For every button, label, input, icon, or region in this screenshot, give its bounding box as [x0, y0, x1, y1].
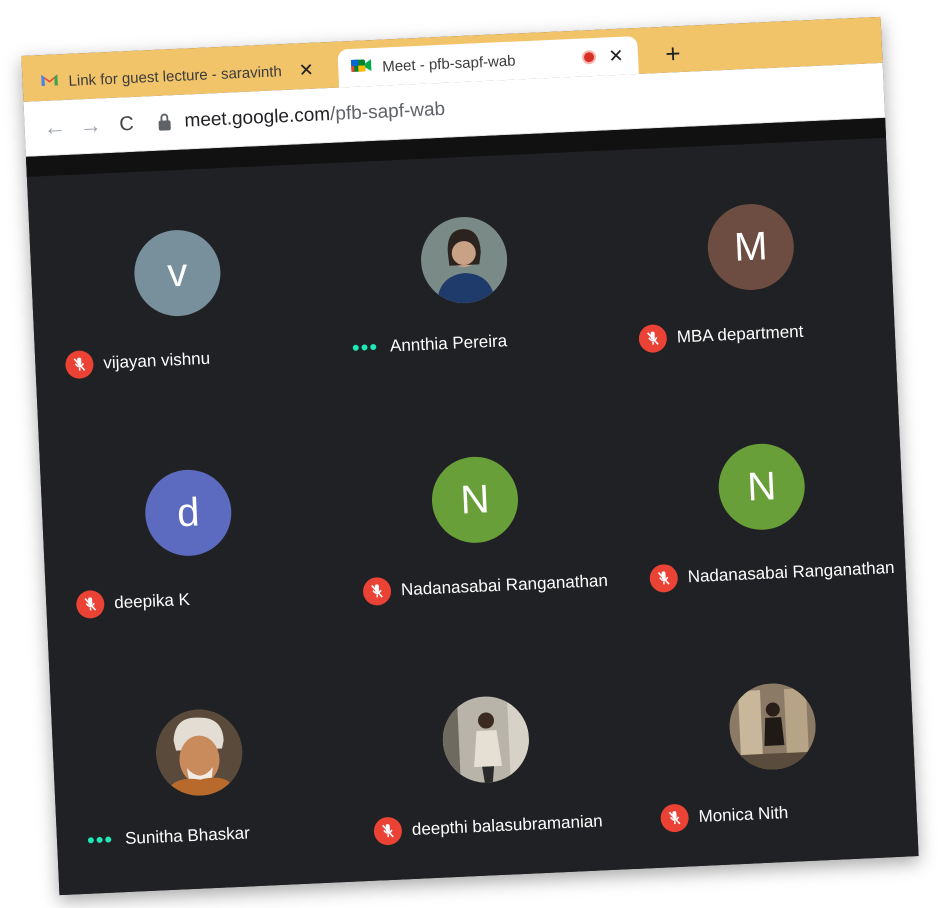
avatar [440, 694, 531, 785]
avatar [419, 215, 510, 305]
gmail-icon [40, 72, 59, 91]
avatar: N [716, 441, 807, 532]
back-arrow-icon[interactable]: ← [36, 114, 73, 142]
participant-name: vijayan vishnu [102, 348, 211, 373]
participant-tile[interactable]: deepthi balasubramanian [335, 630, 631, 879]
participant-name: deepika K [113, 589, 191, 613]
avatar: d [143, 467, 234, 558]
participant-tile[interactable]: v vijayan vishnu [27, 164, 323, 413]
participant-name-row: ••• Sunitha Bhaskar [86, 823, 251, 853]
mic-muted-icon [75, 589, 105, 619]
participant-name-row: vijayan vishnu [64, 345, 211, 380]
mic-muted-icon [362, 576, 392, 606]
tab-label: Link for guest lecture - saravinth [68, 62, 283, 90]
address-bar[interactable]: meet.google.com /pfb-sapf-wab [158, 99, 446, 134]
participant-name: MBA department [676, 321, 804, 347]
participant-name-row: Monica Nith [660, 799, 789, 833]
avatar: M [705, 202, 796, 292]
participant-name-row: ••• Annthia Pereira [351, 331, 508, 361]
mic-muted-icon [64, 350, 95, 380]
screenshot-stage: Link for guest lecture - saravinth ✕ Mee… [0, 0, 940, 908]
avatar [154, 707, 245, 798]
new-tab-button[interactable]: + [657, 38, 688, 70]
mic-muted-icon [649, 563, 679, 593]
speaking-indicator-icon: ••• [86, 826, 114, 853]
participant-grid: v vijayan vishnu ••• Annthia Pereira M M… [27, 138, 919, 895]
recording-indicator-icon [581, 49, 597, 65]
avatar [727, 681, 818, 772]
close-tab-icon[interactable]: ✕ [606, 45, 627, 67]
avatar: N [430, 454, 520, 545]
google-meet-icon [350, 57, 373, 78]
participant-tile[interactable]: ••• Annthia Pereira [314, 151, 610, 400]
participant-tile[interactable]: ••• Sunitha Bhaskar [49, 643, 345, 892]
participant-name: Nadanasabai Ranganathan [400, 570, 609, 600]
url-path: /pfb-sapf-wab [329, 98, 446, 125]
mic-muted-icon [660, 803, 690, 833]
url-host: meet.google.com [184, 104, 331, 132]
participant-tile[interactable]: d deepika K [38, 404, 334, 653]
participant-name: Monica Nith [698, 802, 789, 826]
lock-icon [158, 120, 171, 131]
participant-name-row: Nadanasabai Ranganathan [362, 567, 608, 606]
close-tab-icon[interactable]: ✕ [296, 59, 317, 81]
browser-window: Link for guest lecture - saravinth ✕ Mee… [21, 16, 919, 896]
reload-icon[interactable]: C [108, 112, 145, 137]
participant-name: deepthi balasubramanian [411, 811, 604, 840]
forward-arrow-icon[interactable]: → [72, 112, 109, 140]
meet-call-area: v vijayan vishnu ••• Annthia Pereira M M… [25, 117, 919, 896]
participant-name: Nadanasabai Ranganathan [687, 557, 895, 587]
participant-tile[interactable]: Monica Nith [622, 617, 918, 866]
participant-tile[interactable]: M MBA department [600, 138, 896, 387]
participant-name: Annthia Pereira [389, 331, 508, 356]
mic-muted-icon [638, 323, 668, 354]
mic-muted-icon [373, 816, 403, 846]
participant-name-row: MBA department [638, 318, 804, 354]
speaking-indicator-icon: ••• [351, 334, 379, 361]
participant-name-row: deepthi balasubramanian [373, 807, 604, 846]
avatar: v [132, 228, 223, 318]
participant-name-row: Nadanasabai Ranganathan [649, 554, 895, 593]
participant-tile[interactable]: N Nadanasabai Ranganathan [324, 391, 620, 640]
tab-label: Meet - pfb-sapf-wab [381, 52, 516, 76]
participant-tile[interactable]: N Nadanasabai Ranganathan [611, 378, 907, 627]
participant-name-row: deepika K [75, 586, 191, 619]
participant-name: Sunitha Bhaskar [124, 823, 251, 849]
